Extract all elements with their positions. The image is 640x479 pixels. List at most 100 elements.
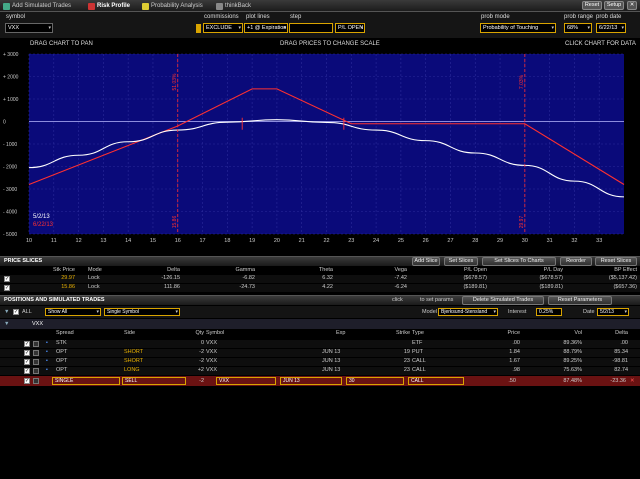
tab-thinkback[interactable]: thinkBack xyxy=(216,1,251,11)
set-slices-button[interactable]: Set Slices xyxy=(444,257,478,266)
slice-checkbox[interactable]: ✓ xyxy=(4,285,10,291)
position-row[interactable]: ✓ ▪ STK 0 VXX ETF .00 89.36% .00 xyxy=(0,340,640,348)
slice-mode[interactable]: Lock xyxy=(88,275,100,281)
position-spread: OPT xyxy=(56,367,68,373)
y-tick-label: - 1000 xyxy=(3,142,17,148)
col-price: Price xyxy=(507,330,520,336)
position-checkbox[interactable]: ✓ xyxy=(24,368,30,374)
pl-open-select[interactable]: P/L OPEN xyxy=(335,23,365,33)
model-select[interactable]: Bjerksund-Stensland xyxy=(438,308,498,316)
position-checkbox[interactable]: ✓ xyxy=(24,350,30,356)
position-strike: 19 xyxy=(403,349,410,355)
position-group-row[interactable]: ▼ VXX xyxy=(0,319,640,329)
slice-price[interactable]: 29.97 xyxy=(40,275,75,281)
probability-icon xyxy=(142,2,149,10)
delete-simulated-trades-button[interactable]: Delete Simulated Trades xyxy=(462,296,544,305)
slice-gamma: -6.82 xyxy=(242,275,255,281)
position-color-swatch[interactable] xyxy=(33,341,39,347)
x-tick-label: 23 xyxy=(348,238,354,244)
position-price: .98 xyxy=(512,367,520,373)
price-slice-row[interactable]: ✓ 15.86 Lock 111.86 -24.73 4.22 -6.24 ($… xyxy=(0,284,640,292)
tab-risk-profile[interactable]: Risk Profile xyxy=(88,1,130,11)
interest-input[interactable]: 0.25% xyxy=(536,308,562,316)
position-row[interactable]: ✓ ▪ OPT SHORT -2 VXX JUN 13 23 CALL 1.67… xyxy=(0,358,640,366)
slice-delta: -126.15 xyxy=(161,275,180,281)
position-color-swatch[interactable] xyxy=(33,368,39,374)
date-select[interactable]: 5/2/13 xyxy=(597,308,629,316)
position-qty[interactable]: +2 xyxy=(190,367,204,373)
spread-icon: ▪ xyxy=(46,358,48,364)
select-all-checkbox[interactable]: ✓ xyxy=(13,309,19,315)
reorder-button[interactable]: Reorder xyxy=(560,257,592,266)
collapse-icon[interactable]: ▼ xyxy=(4,309,9,315)
slice-checkbox[interactable]: ✓ xyxy=(4,276,10,282)
position-color-swatch[interactable] xyxy=(33,350,39,356)
tab-bar: Add Simulated Trades Risk Profile Probab… xyxy=(0,0,640,12)
position-side: SHORT xyxy=(124,358,144,364)
chart-hint-pan: DRAG CHART TO PAN xyxy=(30,41,93,47)
sim-price[interactable]: .50 xyxy=(488,378,516,384)
position-color-swatch[interactable] xyxy=(33,359,39,365)
reset-parameters-button[interactable]: Reset Parameters xyxy=(548,296,612,305)
slice-theta: 6.32 xyxy=(322,275,333,281)
slice-delta: 111.86 xyxy=(163,284,180,290)
prob-range-select[interactable]: 68% xyxy=(564,23,592,33)
symbol-input[interactable]: VXX xyxy=(5,23,53,33)
position-vol: 75.63% xyxy=(563,367,582,373)
simulated-trade-row[interactable]: ✓ SINGLE SELL -2 VXX JUN 13 30 CALL .50 … xyxy=(0,376,640,386)
x-tick-label: 19 xyxy=(249,238,255,244)
position-qty[interactable]: -2 xyxy=(190,358,204,364)
x-tick-label: 31 xyxy=(547,238,553,244)
reset-button[interactable]: Reset xyxy=(582,1,602,10)
prob-mode-select[interactable]: Probability of Touching xyxy=(480,23,556,33)
add-slice-button[interactable]: Add Slice xyxy=(412,257,440,266)
col-side: Side xyxy=(124,330,136,336)
col-spread: Spread xyxy=(56,330,74,336)
position-qty[interactable]: 0 xyxy=(190,340,204,346)
all-label: ALL xyxy=(22,309,32,315)
position-exp: JUN 13 xyxy=(322,358,341,364)
col-gamma: Gamma xyxy=(235,267,255,273)
tab-probability-analysis[interactable]: Probability Analysis xyxy=(142,1,203,11)
chart-date-current: 5/2/13 xyxy=(33,214,50,220)
sim-symbol-field[interactable]: VXX xyxy=(216,377,276,385)
position-row[interactable]: ✓ ▪ OPT LONG +2 VXX JUN 13 23 CALL .98 7… xyxy=(0,367,640,375)
sim-exp-select[interactable]: JUN 13 xyxy=(280,377,342,385)
commissions-toggle-icon[interactable] xyxy=(196,24,201,33)
position-type: CALL xyxy=(412,358,426,364)
expand-icon[interactable]: ▼ xyxy=(4,321,9,327)
chart-hint-scale: DRAG PRICES TO CHANGE SCALE xyxy=(280,41,380,47)
show-filter-select[interactable]: Show All xyxy=(45,308,101,316)
sim-trade-checkbox[interactable]: ✓ xyxy=(24,378,30,384)
x-tick-label: 12 xyxy=(76,238,82,244)
slice-mode[interactable]: Lock xyxy=(88,284,100,290)
position-checkbox[interactable]: ✓ xyxy=(24,359,30,365)
risk-profile-chart[interactable]: 10 11 12 13 14 15 16 17 18 19 20 21 22 23 24 25 26 27 28 29… xyxy=(0,52,640,248)
sim-type-select[interactable]: CALL xyxy=(408,377,464,385)
model-label: Model xyxy=(422,309,437,315)
col-delta: Delta xyxy=(167,267,180,273)
position-checkbox[interactable]: ✓ xyxy=(24,341,30,347)
tab-add-simulated-trades[interactable]: Add Simulated Trades xyxy=(3,1,71,11)
plot-lines-select[interactable]: +1 @ Expiration xyxy=(244,23,288,33)
setup-button[interactable]: Setup xyxy=(604,1,624,10)
position-row[interactable]: ✓ ▪ OPT SHORT -2 VXX JUN 13 19 PUT 1.84 … xyxy=(0,349,640,357)
reset-slices-button[interactable]: Reset Slices xyxy=(595,257,637,266)
position-symbol: VXX xyxy=(206,367,218,373)
sim-qty[interactable]: -2 xyxy=(190,378,204,384)
close-icon[interactable]: ✕ xyxy=(627,1,637,10)
symbol-mode-select[interactable]: Single Symbol xyxy=(104,308,180,316)
commissions-select[interactable]: EXCLUDE xyxy=(203,23,243,33)
sim-strike-select[interactable]: 30 xyxy=(346,377,404,385)
sim-side-select[interactable]: SELL xyxy=(122,377,186,385)
price-slice-row[interactable]: ✓ 29.97 Lock -126.15 -6.82 6.32 -7.42 ($… xyxy=(0,275,640,283)
y-tick-label: + 1000 xyxy=(3,97,19,103)
position-qty[interactable]: -2 xyxy=(190,349,204,355)
sim-trade-color-swatch[interactable] xyxy=(33,378,39,384)
remove-trade-icon[interactable]: ✕ xyxy=(630,378,635,384)
prob-date-select[interactable]: 6/22/13 xyxy=(596,23,626,33)
slice-price[interactable]: 15.86 xyxy=(40,284,75,290)
step-input[interactable] xyxy=(289,23,333,33)
set-slices-to-charts-button[interactable]: Set Slices To Charts xyxy=(482,257,556,266)
sim-spread-select[interactable]: SINGLE xyxy=(52,377,120,385)
